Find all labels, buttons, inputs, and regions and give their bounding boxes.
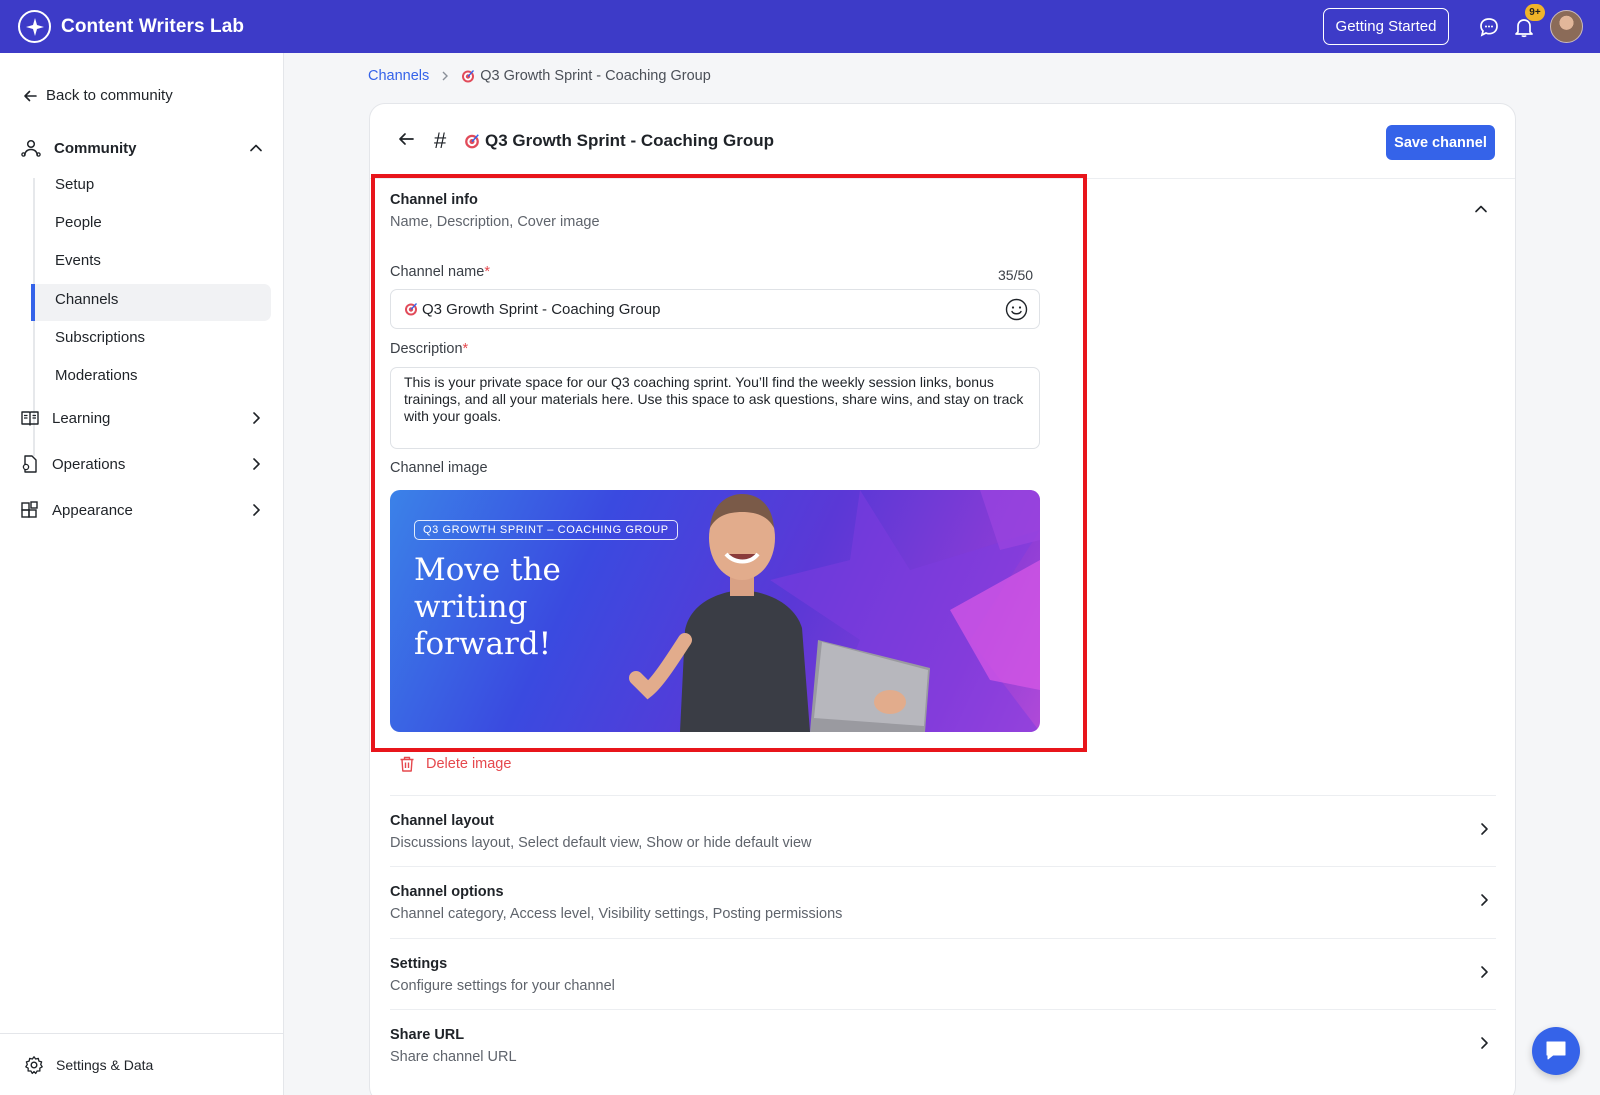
app-title[interactable]: Content Writers Lab [61,16,244,38]
sidebar: Back to community Community Setup People… [0,53,284,1095]
learning-label: Learning [52,409,111,427]
name-char-counter: 35/50 [998,267,1034,283]
share-url-title: Share URL [390,1027,465,1043]
description-label: Description* [390,341,469,357]
delete-image-label: Delete image [426,756,512,772]
channel-name-value: Q3 Growth Sprint - Coaching Group [422,300,661,318]
chevron-right-icon [253,504,260,516]
back-arrow-icon[interactable] [397,130,415,148]
support-chat-button[interactable] [1532,1027,1580,1075]
chevron-up-icon[interactable] [1473,201,1489,217]
community-label: Community [54,139,137,157]
sidebar-footer: Settings & Data [0,1033,284,1095]
chevron-right-icon [253,458,260,470]
active-item-indicator [31,284,35,321]
chevron-up-icon[interactable] [248,140,264,156]
share-url-row[interactable]: Share URL Share channel URL [390,1009,1496,1080]
delete-image-button[interactable]: Delete image [398,755,511,773]
chevron-right-icon [1481,966,1488,978]
save-channel-button[interactable]: Save channel [1386,125,1495,160]
operations-label: Operations [52,455,126,473]
sidebar-item-operations[interactable]: Operations [20,454,264,474]
sidebar-item-events[interactable]: Events [55,252,101,269]
settings-subtitle: Configure settings for your channel [390,978,615,994]
channel-layout-subtitle: Discussions layout, Select default view,… [390,835,812,851]
chat-bubble-icon[interactable] [1477,15,1501,39]
required-mark: * [462,341,469,357]
sidebar-item-subscriptions[interactable]: Subscriptions [55,329,145,346]
book-icon [21,411,39,426]
sidebar-item-channels[interactable]: Channels [55,291,118,308]
breadcrumb: Channels Q3 Growth Sprint - Coaching Gro… [368,68,711,84]
sidebar-item-people[interactable]: People [55,214,102,231]
channel-title-label: Q3 Growth Sprint - Coaching Group [485,131,774,150]
share-url-subtitle: Share channel URL [390,1049,517,1065]
appearance-blocks-icon [21,501,38,518]
sidebar-item-setup[interactable]: Setup [55,176,94,193]
chevron-right-icon [1481,823,1488,835]
sidebar-item-moderations[interactable]: Moderations [55,367,138,384]
chevron-right-icon [253,412,260,424]
channel-name-label: Channel name* [390,264,490,280]
chevron-right-icon [1481,1037,1488,1049]
breadcrumb-current: Q3 Growth Sprint - Coaching Group [461,68,711,84]
channel-image-label: Channel image [390,460,488,476]
channel-header: # Q3 Growth Sprint - Coaching Group Save… [370,104,1515,179]
trash-icon [400,756,414,772]
cover-person-illustration [629,494,930,732]
channel-editor-card: # Q3 Growth Sprint - Coaching Group Save… [369,103,1516,1095]
breadcrumb-channels-link[interactable]: Channels [368,68,429,84]
target-emoji-icon [462,70,475,83]
community-icon [21,139,41,157]
channel-options-subtitle: Channel category, Access level, Visibili… [390,906,843,922]
channel-info-subtitle: Name, Description, Cover image [390,214,600,230]
channel-options-row[interactable]: Channel options Channel category, Access… [390,866,1496,937]
gear-icon [25,1056,43,1075]
channel-layout-title: Channel layout [390,813,494,829]
channel-cover-image[interactable]: Q3 GROWTH SPRINT – COACHING GROUP Move t… [390,490,1040,732]
channel-name-input[interactable]: Q3 Growth Sprint - Coaching Group [390,289,1040,329]
sidebar-item-appearance[interactable]: Appearance [20,500,264,520]
back-to-community-label: Back to community [46,87,173,104]
required-mark: * [484,264,490,280]
channel-options-title: Channel options [390,884,504,900]
user-avatar[interactable] [1550,10,1583,43]
settings-row[interactable]: Settings Configure settings for your cha… [390,938,1496,1009]
hash-icon: # [434,128,447,153]
notification-badge: 9+ [1525,4,1545,21]
chat-icon [1546,1041,1566,1060]
sidebar-item-learning[interactable]: Learning [20,408,264,428]
settings-title: Settings [390,956,448,972]
target-emoji-icon [405,303,417,316]
smiley-icon[interactable] [1005,298,1028,321]
channel-info-title[interactable]: Channel info [390,192,478,208]
chevron-right-icon [1481,894,1488,906]
settings-data-link[interactable]: Settings & Data [24,1055,153,1075]
operations-file-icon [22,455,37,473]
breadcrumb-current-label: Q3 Growth Sprint - Coaching Group [480,68,711,84]
channel-layout-row[interactable]: Channel layout Discussions layout, Selec… [390,795,1496,866]
appearance-label: Appearance [52,501,133,519]
getting-started-button[interactable]: Getting Started [1323,8,1449,45]
target-emoji-icon [465,134,479,149]
sidebar-item-community[interactable]: Community [20,137,264,159]
chevron-right-icon [442,71,449,81]
logo-star-icon[interactable] [18,10,51,43]
description-textarea[interactable]: This is your private space for our Q3 co… [390,367,1040,449]
settings-data-label: Settings & Data [56,1057,154,1073]
back-to-community-link[interactable]: Back to community [22,87,173,104]
arrow-left-icon [24,90,37,101]
channel-title: Q3 Growth Sprint - Coaching Group [464,131,774,151]
